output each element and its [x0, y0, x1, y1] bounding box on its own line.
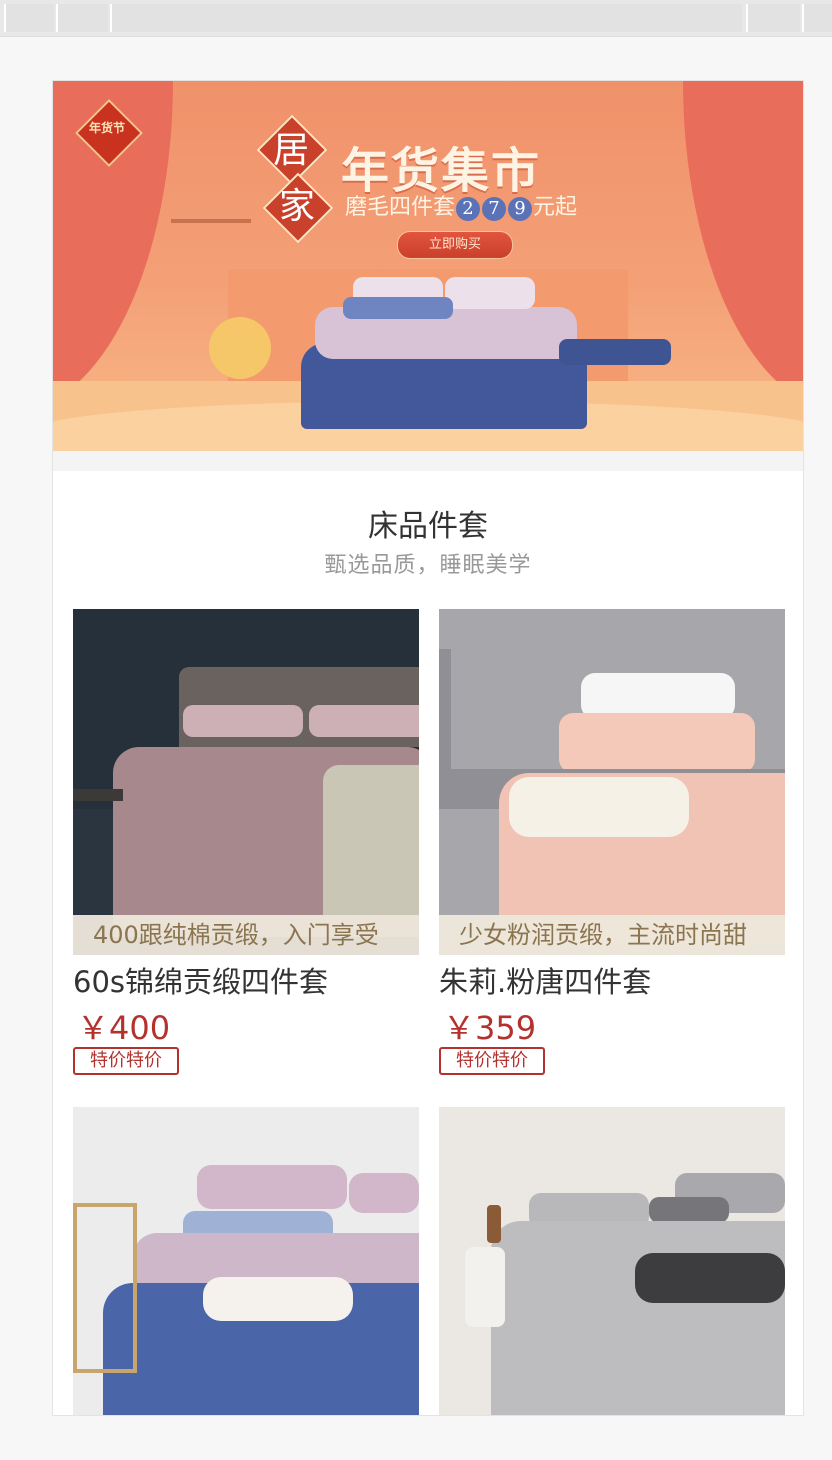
picture-frame — [73, 1203, 137, 1373]
toolbar-segment — [746, 4, 800, 32]
bench — [559, 339, 671, 365]
pillow — [445, 277, 535, 309]
pillow — [197, 1165, 347, 1209]
banner-subtitle-suffix: 元起 — [533, 195, 578, 220]
price-digit: 7 — [482, 197, 507, 221]
product-image[interactable] — [439, 1107, 785, 1415]
side-table — [465, 1247, 505, 1327]
festival-badge-label: 年货节 — [88, 121, 125, 135]
throw-blanket — [509, 777, 689, 837]
shelf — [171, 219, 251, 223]
banner-subtitle: 磨毛四件套 2 7 9 元起 — [345, 189, 577, 221]
sale-tag: 特价特价 — [73, 1047, 179, 1075]
promo-banner[interactable]: 年货节 居 家 年货集市 磨毛四件套 2 7 9 元起 立即购买 — [53, 81, 803, 451]
pillow — [183, 705, 303, 737]
pillow — [349, 1173, 419, 1213]
toolbar-segment — [110, 4, 742, 32]
pillow — [559, 713, 755, 773]
pillow — [649, 1197, 729, 1223]
product-caption: 400跟纯棉贡缎，入门享受 — [73, 915, 419, 955]
buy-now-button[interactable]: 立即购买 — [397, 231, 513, 259]
toolbar-segment — [802, 4, 832, 32]
section-title: 床品件套 — [368, 509, 488, 544]
page-card: 年货节 居 家 年货集市 磨毛四件套 2 7 9 元起 立即购买 床品件套 甄选品质，睡… — [52, 80, 804, 1416]
browser-top-bar — [0, 0, 832, 37]
product-price: ￥400 — [77, 1009, 171, 1047]
product-image[interactable] — [73, 1107, 419, 1415]
toolbar-segment — [4, 4, 54, 32]
product-name[interactable]: 朱莉.粉唐四件套 — [439, 959, 651, 1001]
duvet — [491, 1221, 785, 1415]
throw-blanket — [323, 765, 419, 915]
toolbar-segment — [56, 4, 108, 32]
product-price: ￥359 — [443, 1009, 537, 1047]
product-image[interactable] — [439, 609, 785, 955]
banner-subtitle-prefix: 磨毛四件套 — [345, 195, 456, 220]
pillow — [309, 705, 419, 737]
banner-char-jia: 家 — [278, 186, 315, 227]
sale-tag: 特价特价 — [439, 1047, 545, 1075]
price-digit: 9 — [508, 197, 533, 221]
section-divider — [53, 451, 803, 471]
banner-char-ju: 居 — [272, 130, 309, 171]
pillow — [343, 297, 453, 319]
product-image[interactable] — [73, 609, 419, 955]
product-name[interactable]: 60s锦绵贡缎四件套 — [73, 959, 328, 1001]
product-caption: 少女粉润贡缎，主流时尚甜 — [439, 915, 785, 955]
vase — [439, 649, 451, 769]
price-digit: 2 — [456, 197, 481, 221]
throw-blanket — [635, 1253, 785, 1303]
vase — [487, 1205, 501, 1243]
decor-ball — [209, 317, 271, 379]
curtain-right — [683, 81, 803, 411]
throw-blanket — [203, 1277, 353, 1321]
nightstand — [73, 789, 123, 801]
section-subtitle: 甄选品质，睡眠美学 — [324, 553, 532, 578]
